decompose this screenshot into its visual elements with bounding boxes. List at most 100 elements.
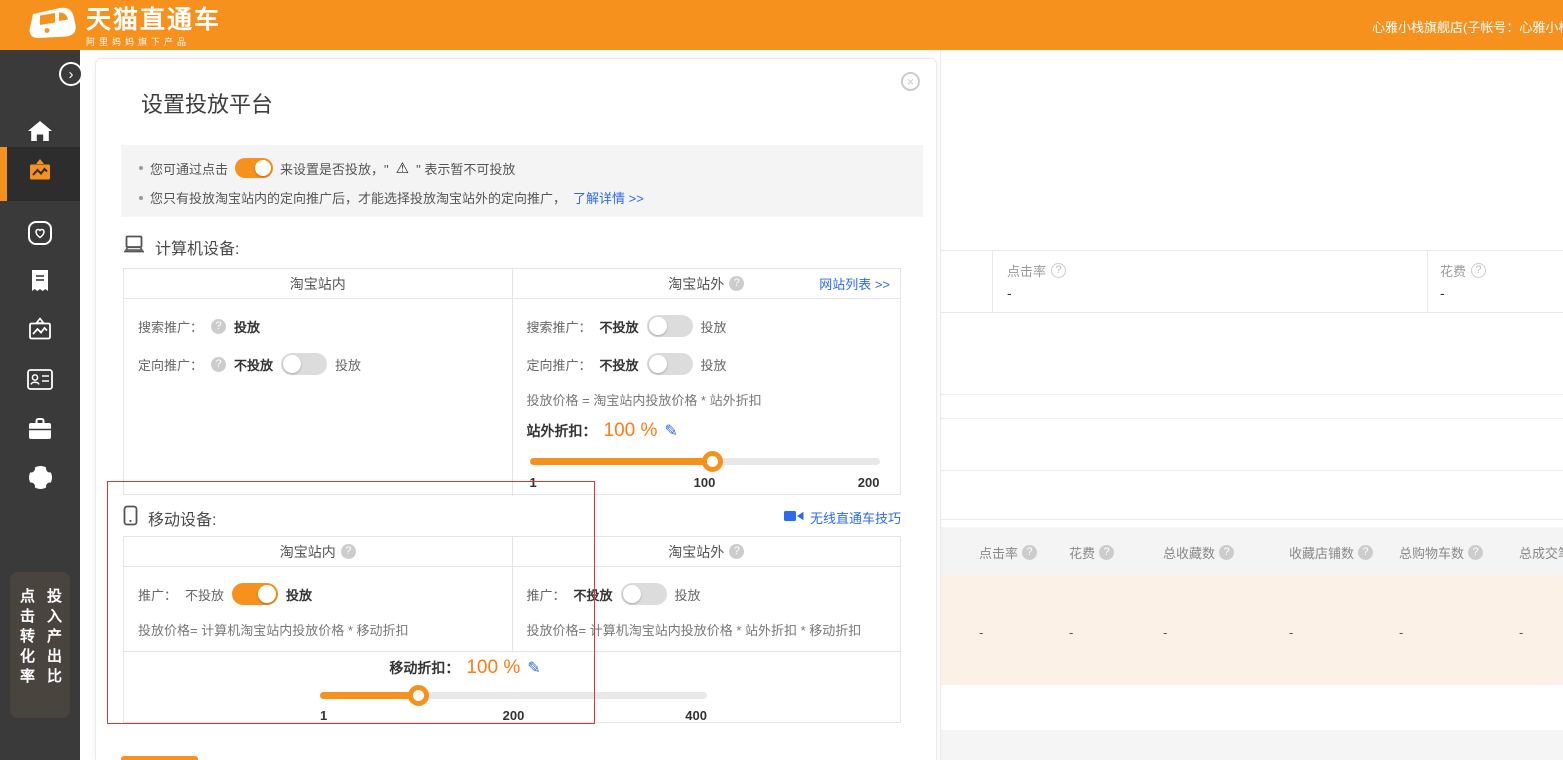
app-logo[interactable]: 天猫直通车 阿里妈妈旗下产品 [26, 4, 221, 51]
section-title: 计算机设备: [155, 235, 239, 259]
help-icon[interactable]: ? [211, 319, 226, 334]
cell-value: - [1399, 625, 1403, 640]
promo-state: 投放 [234, 317, 260, 336]
help-icon[interactable]: ? [1219, 545, 1234, 560]
tmall-train-logo-icon [26, 4, 78, 51]
toggle-knob[interactable] [649, 355, 667, 373]
bullet-icon [139, 166, 143, 170]
account-name[interactable]: 心雅小栈旗舰店(子帐号：心雅小栈 [1372, 17, 1563, 36]
close-icon[interactable]: × [901, 72, 920, 91]
help-icon[interactable]: ? [211, 357, 226, 372]
slider-fill [320, 692, 418, 699]
state-on-label: 投放 [335, 355, 361, 374]
help-icon[interactable]: ? [341, 544, 356, 559]
state-off-label: 不投放 [600, 317, 639, 336]
target-promo-toggle[interactable] [281, 353, 327, 375]
stat-cell-ctr: 点击率 ? - [992, 251, 1428, 312]
divider [941, 470, 1563, 471]
mobile-discount-line: 移动折扣： 100 % ✎ [389, 656, 540, 680]
computer-onsite-cell: 搜索推广： ? 投放 定向推广： ? 不投放 投放 [124, 299, 512, 496]
mobile-section-heading: 移动设备: [123, 505, 216, 531]
toggle-knob[interactable] [623, 585, 641, 603]
cell-value: - [1069, 625, 1073, 640]
dialog-title: 设置投放平台 [141, 87, 273, 119]
sidebar-item-community[interactable] [0, 455, 80, 505]
platform-settings-dialog: × 设置投放平台 您可通过点击 来设置是否投放，" ⚠ " 表示暂不可投放 您只… [95, 58, 937, 760]
offsite-target-toggle[interactable] [647, 353, 693, 375]
stat-label-text: 点击率 [1007, 261, 1046, 280]
confirm-button[interactable] [121, 756, 198, 760]
cell-value: - [1519, 625, 1523, 640]
price-formula: 投放价格= 计算机淘宝站内投放价格 * 移动折扣 [138, 623, 409, 639]
learn-more-link[interactable]: 了解详情 >> [573, 188, 644, 207]
help-icon[interactable]: ? [729, 544, 744, 559]
background-table-row: - - - - - - [941, 575, 1563, 685]
edit-pencil-icon[interactable]: ✎ [527, 658, 540, 678]
mobile-table-header: 淘宝站内 ? 淘宝站外 ? [124, 537, 900, 567]
sidebar-item-tools[interactable] [0, 406, 80, 456]
warning-icon: ⚠ [396, 159, 409, 177]
header-taobao-onsite: 淘宝站内 [124, 269, 512, 298]
row-label: 推广： [138, 585, 177, 604]
target-promo-row: 定向推广： ? 不投放 投放 [138, 353, 361, 375]
website-list-link[interactable]: 网站列表 >> [819, 274, 890, 293]
mobile-onsite-cell: 推广： 不投放 投放 投放价格= 计算机淘宝站内投放价格 * 移动折扣 [124, 567, 512, 651]
sidebar-item-reports[interactable] [0, 259, 80, 309]
tab-roi[interactable]: 投入产出比 [43, 588, 64, 718]
help-icon[interactable]: ? [1358, 545, 1373, 560]
background-table-header: 点击率? 花费? 总收藏数? 收藏店铺数? 总购物车数? 总成交笔 [941, 527, 1563, 575]
briefcase-icon [27, 417, 53, 446]
bullet-icon [139, 196, 143, 200]
sidebar-item-creatives[interactable] [0, 308, 80, 358]
sidebar-item-audience[interactable] [0, 357, 80, 407]
column-header-text: 花费 [1069, 543, 1095, 562]
price-formula: 投放价格 = 淘宝站内投放价格 * 站外折扣 [527, 393, 762, 409]
mobile-offsite-toggle[interactable] [621, 583, 667, 605]
toggle-knob[interactable] [283, 355, 301, 373]
tab-click-conversion-rate[interactable]: 点击转化率 [16, 588, 37, 718]
sidebar-item-campaign[interactable] [0, 147, 80, 201]
offsite-search-toggle[interactable] [647, 315, 693, 337]
help-icon[interactable]: ? [1471, 263, 1486, 278]
sidebar-item-favorites[interactable] [0, 210, 80, 260]
column-header: 总成交笔 [1519, 543, 1563, 562]
help-icon[interactable]: ? [1051, 263, 1066, 278]
help-icon[interactable]: ? [1022, 545, 1037, 560]
sidebar-collapse-icon[interactable]: › [59, 62, 83, 86]
header-text: 淘宝站外 [668, 274, 724, 294]
chip-icon [27, 464, 54, 496]
help-icon[interactable]: ? [1099, 545, 1114, 560]
toggle-knob[interactable] [258, 585, 276, 603]
help-icon[interactable]: ? [1468, 545, 1483, 560]
state-off-label: 不投放 [185, 585, 224, 604]
help-icon[interactable]: ? [729, 276, 744, 291]
logo-text: 天猫直通车 阿里妈妈旗下产品 [86, 7, 221, 48]
row-label: 定向推广： [138, 355, 203, 374]
wireless-tips-link[interactable]: 无线直通车技巧 [784, 508, 901, 527]
tip-text: 您可通过点击 [150, 159, 228, 178]
slider-scale: 1 100 200 [530, 475, 880, 490]
column-header: 收藏店铺数? [1289, 543, 1373, 562]
example-toggle-icon [235, 158, 273, 178]
state-off-label: 不投放 [600, 355, 639, 374]
column-header-text: 总购物车数 [1399, 543, 1464, 562]
slider-handle[interactable] [702, 451, 723, 472]
section-title: 移动设备: [148, 506, 216, 530]
search-promo-row: 搜索推广： ? 投放 [138, 315, 260, 337]
tips-box: 您可通过点击 来设置是否投放，" ⚠ " 表示暂不可投放 您只有投放淘宝站内的定… [121, 145, 923, 217]
stat-cell-cost: 花费 ? - [1426, 251, 1563, 312]
toggle-knob[interactable] [649, 317, 667, 335]
tip-line-2: 您只有投放淘宝站内的定向推广后，才能选择投放淘宝站外的定向推广， 了解详情 >> [139, 188, 644, 207]
column-header-text: 总成交笔 [1519, 543, 1563, 562]
offsite-discount-slider[interactable] [530, 458, 880, 465]
row-label: 搜索推广： [138, 317, 203, 336]
divider [941, 519, 1563, 520]
mobile-onsite-toggle[interactable] [232, 583, 278, 605]
mobile-discount-slider[interactable] [320, 692, 707, 699]
heart-app-icon [27, 220, 53, 251]
row-label: 推广： [527, 585, 566, 604]
receipt-icon [29, 269, 51, 299]
slider-handle[interactable] [408, 685, 429, 706]
row-label: 搜索推广： [527, 317, 592, 336]
edit-pencil-icon[interactable]: ✎ [664, 421, 677, 441]
